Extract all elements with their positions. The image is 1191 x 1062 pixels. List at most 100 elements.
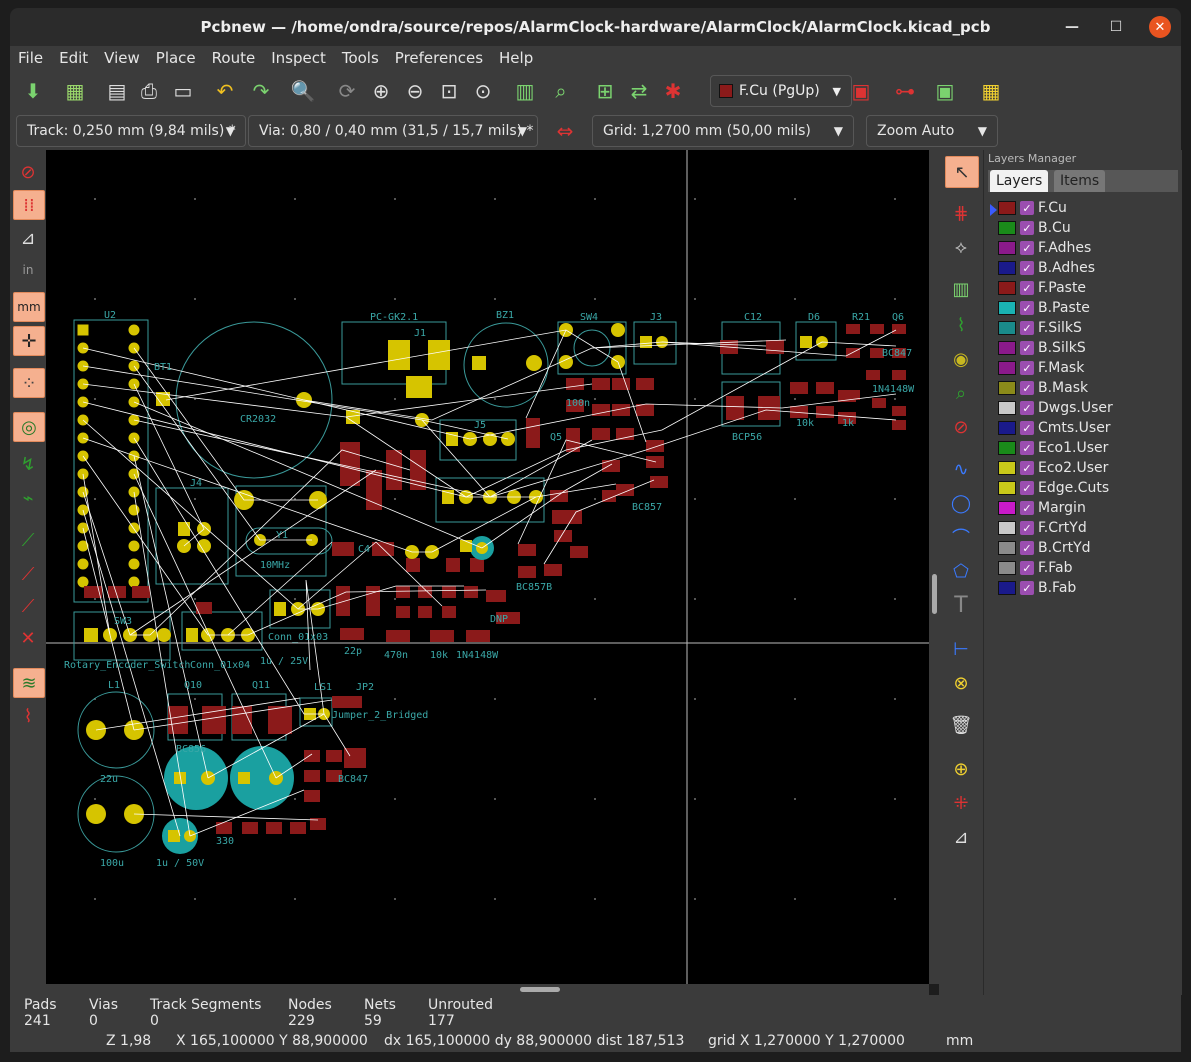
layer-row[interactable]: ✓ Margin — [998, 498, 1086, 518]
layer-name[interactable]: Cmts.User — [1038, 420, 1111, 436]
add-line-icon[interactable]: ∿ — [945, 454, 977, 484]
active-layer-select[interactable]: F.Cu (PgUp) ▼ — [710, 75, 852, 107]
units-mm-icon[interactable]: mm — [13, 292, 45, 322]
add-arc-icon[interactable]: ⌒ — [945, 522, 977, 552]
layer-row[interactable]: ✓ F.Fab — [998, 558, 1073, 578]
layer-color-swatch[interactable] — [998, 221, 1016, 235]
layer-row[interactable]: ✓ Eco1.User — [998, 438, 1108, 458]
show-ratsnest-icon[interactable]: ⁘ — [13, 368, 45, 398]
layer-color-swatch[interactable] — [998, 541, 1016, 555]
grid-select[interactable]: Grid: 1,2700 mm (50,00 mils) ▼ — [592, 115, 854, 147]
add-dimension-icon[interactable]: ⊢ — [945, 634, 977, 664]
layer-visibility-checkbox[interactable]: ✓ — [1020, 401, 1034, 415]
menu-place[interactable]: Place — [148, 49, 204, 67]
layer-color-swatch[interactable] — [998, 281, 1016, 295]
layer-color-swatch[interactable] — [998, 481, 1016, 495]
layer-color-swatch[interactable] — [998, 301, 1016, 315]
scroll-thumb[interactable] — [932, 574, 937, 614]
layer-color-swatch[interactable] — [998, 401, 1016, 415]
layer-name[interactable]: F.Paste — [1038, 280, 1086, 296]
layer-color-swatch[interactable] — [998, 261, 1016, 275]
layer-row[interactable]: ✓ B.SilkS — [998, 338, 1086, 358]
layer-visibility-checkbox[interactable]: ✓ — [1020, 441, 1034, 455]
show-track-clearance-icon[interactable]: ✕ — [13, 624, 43, 652]
layer-name[interactable]: Eco2.User — [1038, 460, 1108, 476]
auto-track-width-icon[interactable]: ⇔ — [550, 116, 580, 146]
layer-name[interactable]: F.Adhes — [1038, 240, 1091, 256]
layer-color-swatch[interactable] — [998, 521, 1016, 535]
layer-visibility-checkbox[interactable]: ✓ — [1020, 421, 1034, 435]
tab-layers[interactable]: Layers — [990, 170, 1049, 192]
plot-icon[interactable]: ▭ — [168, 76, 198, 106]
layer-row[interactable]: ✓ B.Mask — [998, 378, 1088, 398]
add-footprint-icon[interactable]: ▥ — [945, 274, 977, 304]
print-icon[interactable]: ⎙ — [134, 76, 164, 106]
layer-color-swatch[interactable] — [998, 561, 1016, 575]
add-keepout-icon[interactable]: ⊘ — [945, 412, 977, 442]
layer-color-swatch[interactable] — [998, 501, 1016, 515]
board-setup-icon[interactable]: ▦ — [60, 76, 90, 106]
grid-origin-icon[interactable]: ⁜ — [945, 788, 977, 818]
layer-row[interactable]: ✓ F.SilkS — [998, 318, 1082, 338]
zoom-select[interactable]: Zoom Auto ▼ — [866, 115, 998, 147]
layer-name[interactable]: Margin — [1038, 500, 1086, 516]
netlist-icon[interactable]: ⊞ — [590, 76, 620, 106]
scripting-console-icon[interactable]: ▣ — [930, 76, 960, 106]
cursor-shape-icon[interactable]: ✛ — [13, 326, 45, 356]
layer-name[interactable]: B.Cu — [1038, 220, 1071, 236]
show-pads-sketch-icon[interactable]: ⟋ — [13, 560, 43, 588]
redraw-icon[interactable]: ⟳ — [332, 76, 362, 106]
zoom-fit-icon[interactable]: ⊡ — [434, 76, 464, 106]
menu-inspect[interactable]: Inspect — [263, 49, 334, 67]
grid-toggle-icon[interactable]: ⁞⁞ — [13, 190, 45, 220]
tab-items[interactable]: Items — [1054, 170, 1106, 192]
layer-visibility-checkbox[interactable]: ✓ — [1020, 461, 1034, 475]
layer-color-swatch[interactable] — [998, 341, 1016, 355]
microwave-tools-icon[interactable]: ⌇ — [13, 702, 43, 730]
zoom-selection-icon[interactable]: ⊙ — [468, 76, 498, 106]
menu-preferences[interactable]: Preferences — [387, 49, 491, 67]
layer-row[interactable]: ✓ B.Paste — [998, 298, 1090, 318]
layer-color-swatch[interactable] — [998, 461, 1016, 475]
local-ratsnest-icon[interactable]: ↯ — [13, 450, 43, 478]
layer-color-swatch[interactable] — [998, 241, 1016, 255]
local-ratsnest-tool-icon[interactable]: ⟡ — [945, 232, 977, 262]
highlight-net-icon[interactable]: ⋕ — [945, 198, 977, 228]
footprint-editor-icon[interactable]: ▥ — [510, 76, 540, 106]
menu-route[interactable]: Route — [204, 49, 264, 67]
polar-coords-icon[interactable]: ⊿ — [13, 224, 43, 252]
menu-tools[interactable]: Tools — [334, 49, 387, 67]
redo-icon[interactable]: ↷ — [246, 76, 276, 106]
minimize-icon[interactable]: — — [1061, 16, 1083, 38]
menu-help[interactable]: Help — [491, 49, 541, 67]
layer-visibility-checkbox[interactable]: ✓ — [1020, 221, 1034, 235]
add-via-icon[interactable]: ◉ — [945, 344, 977, 374]
menu-edit[interactable]: Edit — [51, 49, 96, 67]
via-size-select[interactable]: Via: 0,80 / 0,40 mm (31,5 / 15,7 mils) *… — [248, 115, 538, 147]
layer-pair-icon[interactable]: ▣ — [846, 76, 876, 106]
zoom-out-icon[interactable]: ⊖ — [400, 76, 430, 106]
layer-color-swatch[interactable] — [998, 441, 1016, 455]
show-tracks-sketch-icon[interactable]: ⟋ — [13, 526, 43, 554]
layer-row[interactable]: ✓ F.Paste — [998, 278, 1086, 298]
add-text-icon[interactable]: T — [945, 590, 977, 620]
layer-color-swatch[interactable] — [998, 361, 1016, 375]
layer-visibility-checkbox[interactable]: ✓ — [1020, 301, 1034, 315]
interactive-router-icon[interactable]: ⊶ — [890, 76, 920, 106]
menu-view[interactable]: View — [96, 49, 148, 67]
layer-name[interactable]: F.Fab — [1038, 560, 1073, 576]
measure-tool-icon[interactable]: ⊿ — [945, 822, 977, 852]
layer-row[interactable]: ✓ F.Cu — [998, 198, 1067, 218]
layer-row[interactable]: ✓ Dwgs.User — [998, 398, 1113, 418]
layer-visibility-checkbox[interactable]: ✓ — [1020, 201, 1034, 215]
layer-visibility-checkbox[interactable]: ✓ — [1020, 501, 1034, 515]
drill-origin-icon[interactable]: ⊕ — [945, 754, 977, 784]
high-contrast-icon[interactable]: ≋ — [13, 668, 45, 698]
layer-visibility-checkbox[interactable]: ✓ — [1020, 381, 1034, 395]
layer-color-swatch[interactable] — [998, 581, 1016, 595]
layer-row[interactable]: ✓ B.Adhes — [998, 258, 1095, 278]
layer-name[interactable]: Dwgs.User — [1038, 400, 1113, 416]
route-track-icon[interactable]: ⌇ — [945, 310, 977, 340]
layer-row[interactable]: ✓ B.Fab — [998, 578, 1076, 598]
select-arrow-icon[interactable]: ↖ — [945, 156, 979, 188]
